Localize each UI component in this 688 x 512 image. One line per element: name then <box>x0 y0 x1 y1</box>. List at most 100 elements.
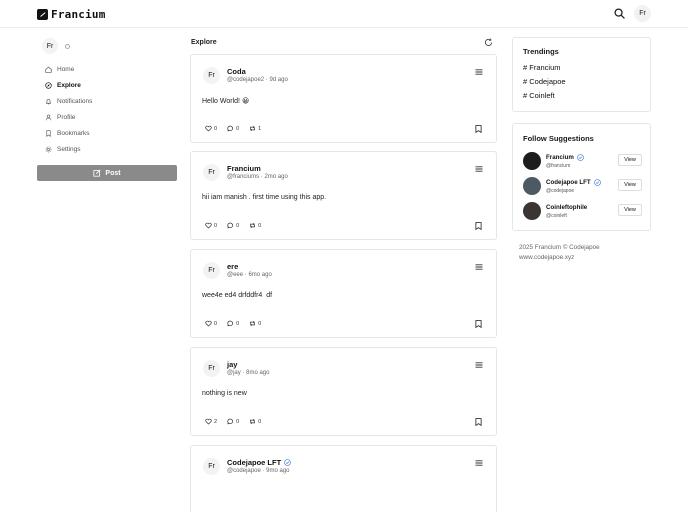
post-actions: 0 0 0 <box>205 222 271 229</box>
bookmark-post-icon[interactable] <box>475 418 482 426</box>
post-menu-icon[interactable] <box>475 264 483 270</box>
post-time: 6mo ago <box>248 272 272 278</box>
repost-button[interactable]: 0 <box>249 418 261 425</box>
sidebar-item-home[interactable]: Home <box>45 63 74 75</box>
heart-icon <box>205 418 212 425</box>
refresh-icon[interactable] <box>484 38 493 47</box>
comment-count: 0 <box>236 222 240 229</box>
verified-badge-icon <box>577 154 584 161</box>
trend-item[interactable]: # Francium <box>523 63 561 72</box>
comment-button[interactable]: 0 <box>227 125 239 132</box>
footer-link[interactable]: www.codejapoe.xyz <box>519 253 600 263</box>
app-logo[interactable]: Francium <box>37 8 106 21</box>
bookmark-post-icon[interactable] <box>475 320 482 328</box>
post-avatar[interactable]: Fr <box>203 67 220 84</box>
post-handle[interactable]: @franciums <box>227 174 259 180</box>
post-meta: @eee · 6mo ago <box>227 272 272 278</box>
suggestion-avatar[interactable] <box>523 202 541 220</box>
comment-icon <box>227 222 234 229</box>
comment-button[interactable]: 0 <box>227 320 239 327</box>
post-author-name[interactable]: Codejapoe LFT <box>227 458 291 467</box>
sidebar-item-explore[interactable]: Explore <box>45 79 81 91</box>
bookmark-post-icon[interactable] <box>475 125 482 133</box>
search-icon[interactable] <box>614 8 625 19</box>
footer-copyright: 2025 Francium © Codejapoe <box>519 244 600 251</box>
bookmark-post-icon[interactable] <box>475 222 482 230</box>
comment-button[interactable]: 0 <box>227 418 239 425</box>
post-author-name[interactable]: Coda <box>227 67 246 76</box>
comment-button[interactable]: 0 <box>227 222 239 229</box>
like-button[interactable]: 0 <box>205 222 217 229</box>
repost-button[interactable]: 0 <box>249 320 261 327</box>
post-menu-icon[interactable] <box>475 166 483 172</box>
sidebar-item-notifications[interactable]: Notifications <box>45 95 92 107</box>
repost-count: 0 <box>258 222 262 229</box>
post-handle[interactable]: @codejapoe <box>227 468 261 474</box>
repost-button[interactable]: 0 <box>249 222 261 229</box>
repost-count: 1 <box>258 125 262 132</box>
view-profile-button[interactable]: View <box>618 204 642 216</box>
post-handle[interactable]: @eee <box>227 272 243 278</box>
sidebar-item-profile[interactable]: Profile <box>45 111 75 123</box>
like-count: 0 <box>214 320 218 327</box>
post-button[interactable]: Post <box>37 165 177 181</box>
post-menu-icon[interactable] <box>475 460 483 466</box>
view-profile-button[interactable]: View <box>618 179 642 191</box>
suggestion-item: Francium @francium View <box>523 152 642 172</box>
suggestion-item: Coinleftophile @coinleft View <box>523 202 642 222</box>
suggestion-handle: @francium <box>546 163 571 169</box>
post-menu-icon[interactable] <box>475 362 483 368</box>
suggestions-title: Follow Suggestions <box>523 134 594 143</box>
gear-icon <box>45 146 52 152</box>
user-avatar[interactable]: Fr <box>634 5 651 22</box>
post-author-text: Codejapoe LFT <box>227 458 282 467</box>
post-avatar[interactable]: Fr <box>203 262 220 279</box>
trend-item[interactable]: # Codejapoe <box>523 77 566 86</box>
post-body: wee4e ed4 drfddfr4 df <box>202 292 273 299</box>
post-author-name[interactable]: Francium <box>227 164 261 173</box>
suggestion-name[interactable]: Francium <box>546 154 584 161</box>
sidebar-item-label: Bookmarks <box>57 129 90 137</box>
heart-icon <box>205 125 212 132</box>
sidebar-item-label: Home <box>57 65 75 73</box>
post-button-label: Post <box>105 169 121 177</box>
post-handle[interactable]: @codejapoe2 <box>227 77 264 83</box>
logo-mark-icon <box>37 8 48 20</box>
trend-item[interactable]: # Coinleft <box>523 91 555 100</box>
suggestion-name-text: Coinleftophile <box>546 204 588 211</box>
bell-icon <box>45 98 52 104</box>
post-body: hii iam manish . first time using this a… <box>202 194 327 201</box>
like-button[interactable]: 2 <box>205 418 217 425</box>
view-profile-button[interactable]: View <box>618 154 642 166</box>
like-button[interactable]: 0 <box>205 320 217 327</box>
feed-title: Explore <box>191 39 217 46</box>
repost-icon <box>250 321 256 326</box>
verified-badge-icon <box>284 459 291 466</box>
post-menu-icon[interactable] <box>475 69 483 75</box>
post-avatar[interactable]: Fr <box>203 458 220 475</box>
comment-icon <box>227 125 234 132</box>
post-avatar[interactable]: Fr <box>203 360 220 377</box>
post-actions: 0 0 0 <box>205 320 271 327</box>
post-author-name[interactable]: ere <box>227 262 238 271</box>
suggestion-avatar[interactable] <box>523 177 541 195</box>
post-avatar[interactable]: Fr <box>203 164 220 181</box>
heart-icon <box>205 320 212 327</box>
verified-badge-icon <box>593 179 601 186</box>
suggestion-name[interactable]: Coinleftophile <box>546 204 587 211</box>
post-author-name[interactable]: jay <box>227 360 237 369</box>
post-time: 9d ago <box>269 77 288 83</box>
like-button[interactable]: 0 <box>205 125 217 132</box>
suggestion-name-text: Codejapoe LFT <box>546 179 591 186</box>
sidebar-item-bookmarks[interactable]: Bookmarks <box>45 127 90 139</box>
sidebar-item-settings[interactable]: Settings <box>45 143 81 155</box>
suggestion-name[interactable]: Codejapoe LFT <box>546 179 601 186</box>
repost-button[interactable]: 1 <box>249 125 261 132</box>
suggestion-avatar[interactable] <box>523 152 541 170</box>
like-count: 0 <box>214 222 218 229</box>
post-card: Fr Francium @franciums · 2mo ago hii iam ma… <box>190 151 497 240</box>
post-handle[interactable]: @jay <box>227 370 241 376</box>
user-icon <box>45 114 52 120</box>
sidebar-avatar[interactable]: Fr <box>42 38 58 54</box>
comment-icon <box>227 418 234 425</box>
